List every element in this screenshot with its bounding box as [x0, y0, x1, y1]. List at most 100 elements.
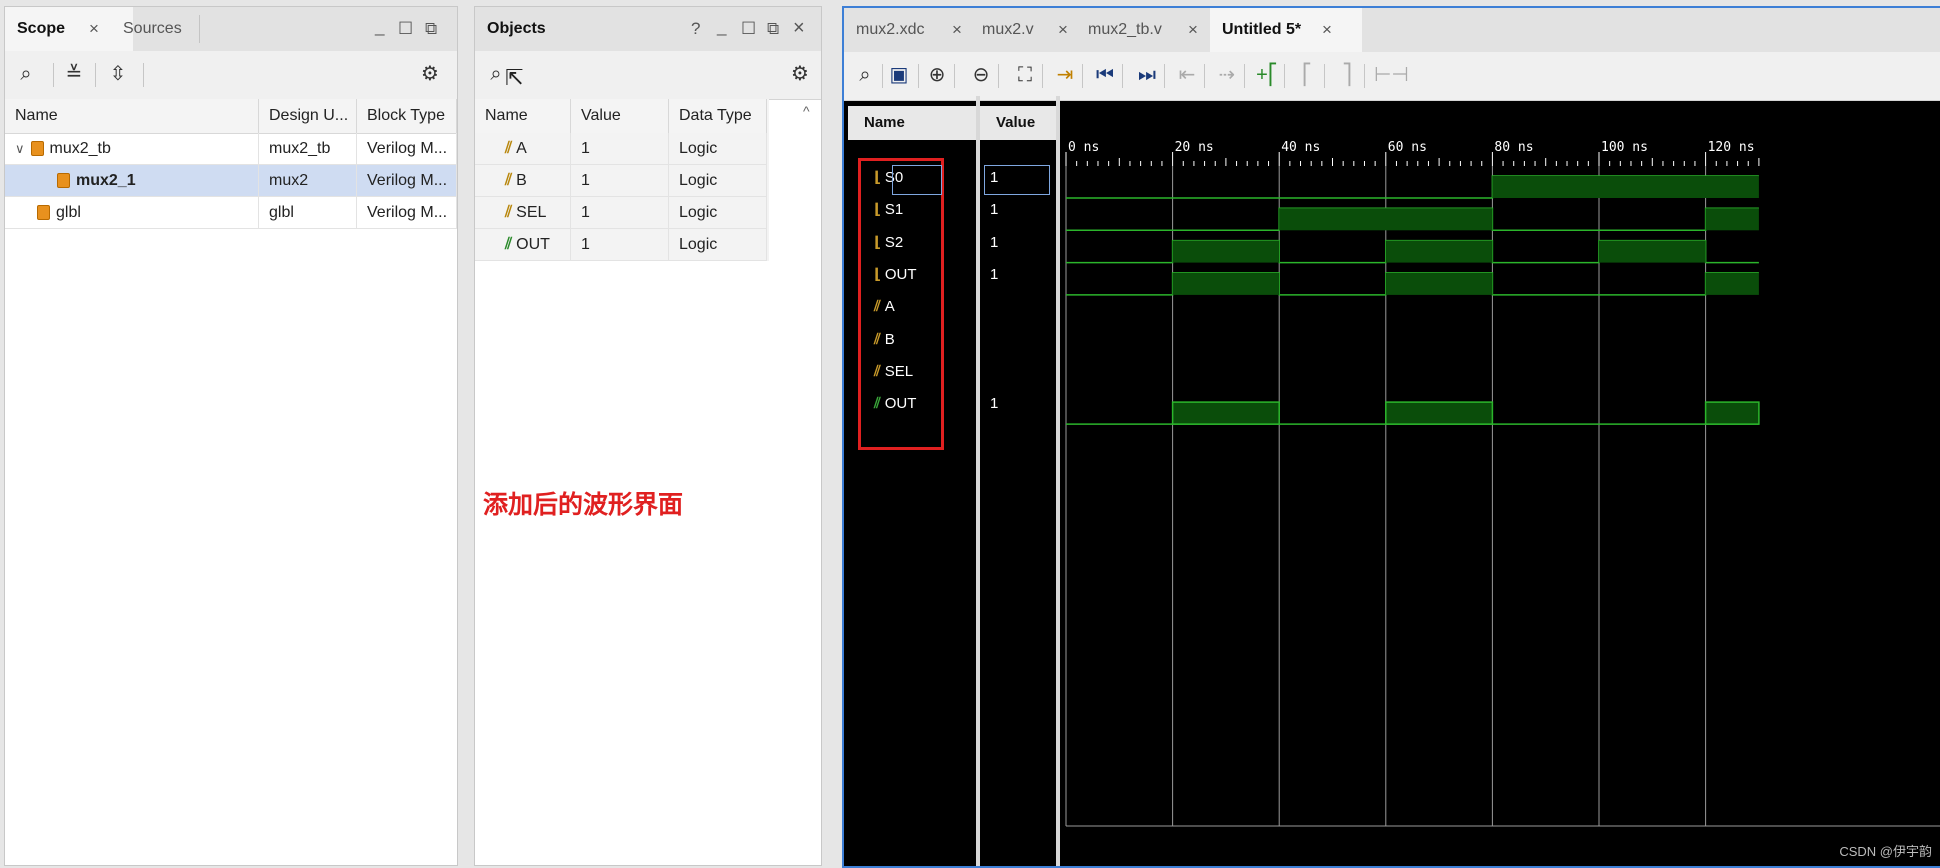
highlight-box: [858, 158, 944, 450]
objects-table-header: Name Value Data Type: [475, 99, 769, 134]
toolbar-divider: [1284, 64, 1285, 88]
tree-row-selected[interactable]: mux2_1 mux2 Verilog M...: [5, 165, 457, 197]
object-row[interactable]: ⫽ SEL 1 Logic: [475, 197, 769, 229]
bus-signal-icon: ⫽: [505, 204, 513, 221]
mouse-cursor-icon: ⇱: [505, 65, 524, 90]
gear-icon[interactable]: ⚙: [417, 61, 443, 87]
objects-tabbar: Objects ? _ ☐ ⧉ ×: [475, 7, 821, 52]
tree-item-label: glbl: [56, 204, 81, 221]
tree-cell-name: ∨ mux2_tb: [5, 133, 259, 165]
wave-toolbar: ⌕ ▣ ⊕ ⊖ ⛶ ⇥ ⏮ ⏭ ⇤ ⇢ +⎡ ⎡ ⎤ ⊢⊣: [844, 52, 1940, 101]
gear-icon[interactable]: ⚙: [787, 61, 813, 87]
close-icon[interactable]: ×: [1188, 20, 1198, 40]
chevron-down-icon[interactable]: ∨: [15, 141, 25, 156]
module-icon: [30, 141, 44, 157]
bus-signal-icon: ⫽: [505, 172, 513, 189]
column-header-data-type[interactable]: Data Type: [669, 99, 767, 133]
bus-signal-icon: ⫽: [505, 140, 513, 157]
signal-value: 1: [990, 265, 999, 283]
toolbar-divider: [1364, 64, 1365, 88]
object-cell-type: Logic: [669, 133, 767, 165]
close-icon[interactable]: ×: [1322, 20, 1332, 40]
column-header-design-unit[interactable]: Design U...: [259, 99, 357, 133]
close-icon[interactable]: ×: [793, 17, 805, 40]
column-header-name[interactable]: Name: [475, 99, 571, 133]
scroll-up-icon[interactable]: ^: [803, 103, 810, 119]
object-row[interactable]: ⫽ A 1 Logic: [475, 133, 769, 165]
object-name: OUT: [516, 236, 550, 253]
search-icon[interactable]: ⌕: [852, 62, 878, 88]
toolbar-divider: [1324, 64, 1325, 88]
ruler-tick-label: 80 ns: [1494, 140, 1533, 155]
tree-row[interactable]: ∨ mux2_tb mux2_tb Verilog M...: [5, 133, 457, 165]
tree-cell-block: Verilog M...: [357, 133, 457, 165]
next-marker-icon[interactable]: ⎤: [1334, 62, 1360, 88]
toolbar-divider: [1204, 64, 1205, 88]
zoom-fit-icon[interactable]: ⛶: [1012, 62, 1038, 88]
minimize-icon[interactable]: _: [375, 17, 384, 37]
waveform-canvas[interactable]: 0 ns 20 ns 40 ns 60 ns 80 ns 100 ns 120 ns: [1064, 138, 1940, 828]
tree-row[interactable]: glbl glbl Verilog M...: [5, 197, 457, 229]
tree-item-label: mux2_1: [76, 172, 136, 189]
waveform-high-fill: [1171, 401, 1280, 425]
float-icon[interactable]: ⧉: [425, 19, 437, 39]
ruler-tick-label: 100 ns: [1601, 140, 1648, 155]
tree-cell-design: glbl: [259, 197, 357, 229]
column-splitter[interactable]: [976, 96, 980, 866]
waveform-high-fill: [1705, 272, 1759, 295]
close-icon[interactable]: ×: [1058, 20, 1068, 40]
name-column-header[interactable]: Name: [864, 114, 905, 131]
toolbar-divider: [53, 63, 54, 87]
go-to-end-icon[interactable]: ⏭: [1134, 62, 1160, 88]
object-row[interactable]: ⫽ OUT 1 Logic: [475, 229, 769, 261]
minimize-icon[interactable]: _: [717, 17, 726, 37]
expand-all-icon[interactable]: ⇳: [105, 61, 131, 87]
collapse-all-icon[interactable]: ≚: [61, 61, 87, 87]
go-to-cursor-icon[interactable]: ⇥: [1052, 62, 1078, 88]
tab-sources[interactable]: Sources: [111, 7, 194, 51]
help-icon[interactable]: ?: [691, 19, 700, 39]
zoom-in-icon[interactable]: ⊕: [924, 62, 950, 88]
column-header-value[interactable]: Value: [571, 99, 669, 133]
waveform-high-fill: [1705, 208, 1759, 231]
waveform-high-fill: [1599, 240, 1706, 263]
watermark: CSDN @伊宇韵: [1839, 844, 1932, 859]
next-transition-icon[interactable]: ⇢: [1214, 62, 1240, 88]
tree-item-label: mux2_tb: [49, 140, 111, 157]
tab-untitled-5[interactable]: Untitled 5*: [1210, 8, 1362, 52]
ruler-tick-label: 60 ns: [1388, 140, 1427, 155]
toolbar-divider: [95, 63, 96, 87]
column-header-block-type[interactable]: Block Type: [357, 99, 457, 133]
maximize-icon[interactable]: ☐: [398, 19, 413, 39]
swap-cursors-icon[interactable]: ⊢⊣: [1374, 62, 1409, 88]
search-icon[interactable]: ⌕: [13, 61, 39, 87]
add-marker-icon[interactable]: +⎡: [1254, 62, 1280, 88]
close-icon[interactable]: ×: [89, 19, 99, 39]
previous-transition-icon[interactable]: ⇤: [1174, 62, 1200, 88]
previous-marker-icon[interactable]: ⎡: [1294, 62, 1320, 88]
tree-cell-block: Verilog M...: [357, 197, 457, 229]
close-icon[interactable]: ×: [952, 20, 962, 40]
object-cell-value: 1: [571, 197, 669, 229]
zoom-out-icon[interactable]: ⊖: [968, 62, 994, 88]
object-cell-value: 1: [571, 165, 669, 197]
save-icon[interactable]: ▣: [886, 62, 912, 88]
value-column-header[interactable]: Value: [996, 114, 1035, 131]
maximize-icon[interactable]: ☐: [741, 19, 756, 39]
toolbar-divider: [918, 64, 919, 88]
go-to-start-icon[interactable]: ⏮: [1092, 62, 1118, 88]
float-icon[interactable]: ⧉: [767, 19, 779, 39]
ruler-tick-label: 120 ns: [1708, 140, 1755, 155]
wave-splitter[interactable]: [1056, 96, 1060, 866]
toolbar-divider: [1164, 64, 1165, 88]
object-row[interactable]: ⫽ B 1 Logic: [475, 165, 769, 197]
scope-panel: Scope × Sources _ ☐ ⧉ ⌕ ≚ ⇳ ⚙ Name Desig…: [4, 6, 458, 866]
column-header-name[interactable]: Name: [5, 99, 259, 133]
toolbar-divider: [1244, 64, 1245, 88]
tab-objects[interactable]: Objects: [475, 7, 558, 51]
signal-value: 1: [990, 201, 999, 219]
ruler-tick-label: 0 ns: [1068, 140, 1099, 155]
signal-value: 1: [990, 395, 999, 413]
object-cell-value: 1: [571, 133, 669, 165]
object-cell-type: Logic: [669, 229, 767, 261]
